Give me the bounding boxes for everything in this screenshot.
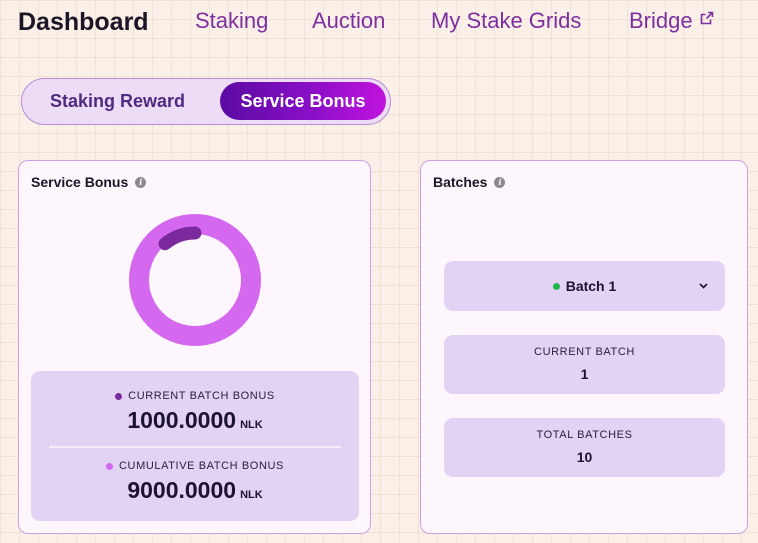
cumulative-bonus-label: CUMULATIVE BATCH BONUS	[119, 460, 284, 472]
cumulative-bonus-unit: NLK	[240, 489, 263, 501]
current-bonus-legend-dot	[115, 392, 123, 400]
total-batches-label: TOTAL BATCHES	[536, 429, 633, 441]
batch-select-dropdown[interactable]: Batch 1	[444, 261, 725, 311]
current-batch-bonus: CURRENT BATCH BONUS 1000.0000 NLK	[31, 390, 359, 434]
cumulative-bonus-value: 9000.0000	[127, 477, 237, 503]
service-bonus-title: Service Bonus	[31, 174, 129, 190]
total-batches-stat: TOTAL BATCHES 10	[444, 418, 725, 477]
service-bonus-card: Service Bonus i CURRENT BATCH BONUS 1000…	[18, 160, 371, 534]
page-title: Dashboard	[18, 7, 149, 36]
cumulative-batch-bonus: CUMULATIVE BATCH BONUS 9000.0000 NLK	[31, 460, 359, 504]
total-batches-value: 10	[576, 449, 593, 465]
current-bonus-value: 1000.0000	[127, 407, 237, 433]
service-bonus-header: Service Bonus i	[31, 174, 147, 190]
nav-link-my-stake-grids[interactable]: My Stake Grids	[431, 8, 581, 34]
nav-link-bridge-label: Bridge	[629, 8, 693, 33]
nav-link-staking[interactable]: Staking	[195, 8, 268, 34]
current-bonus-unit: NLK	[240, 419, 263, 431]
toggle-option-service-bonus[interactable]: Service Bonus	[220, 82, 386, 120]
info-icon[interactable]: i	[494, 176, 506, 188]
bonus-summary-panel: CURRENT BATCH BONUS 1000.0000 NLK CUMULAT…	[31, 371, 359, 521]
current-batch-value: 1	[580, 366, 589, 382]
batches-header: Batches i	[433, 174, 506, 190]
current-batch-stat: CURRENT BATCH 1	[444, 335, 725, 394]
nav-link-auction[interactable]: Auction	[312, 8, 385, 34]
active-status-dot	[552, 282, 560, 290]
toggle-option-staking-reward[interactable]: Staking Reward	[30, 82, 205, 120]
top-nav: Dashboard	[18, 6, 149, 38]
batches-title: Batches	[433, 174, 488, 190]
cumulative-bonus-legend-dot	[106, 462, 113, 470]
donut-cumulative-ring	[129, 214, 261, 346]
divider	[49, 446, 341, 448]
current-batch-label: CURRENT BATCH	[534, 346, 635, 358]
batches-card: Batches i Batch 1 CURRENT BATCH 1 TOTAL …	[420, 160, 748, 534]
current-bonus-label: CURRENT BATCH BONUS	[128, 390, 275, 402]
donut-current-arc	[158, 226, 202, 251]
chevron-down-icon	[699, 283, 708, 289]
service-bonus-donut-chart	[129, 214, 261, 346]
nav-link-bridge[interactable]: Bridge	[629, 8, 714, 34]
reward-type-toggle: Staking Reward Service Bonus	[21, 78, 391, 125]
batch-select-value: Batch 1	[565, 278, 617, 294]
info-icon[interactable]: i	[135, 176, 147, 188]
external-link-icon	[700, 11, 713, 25]
